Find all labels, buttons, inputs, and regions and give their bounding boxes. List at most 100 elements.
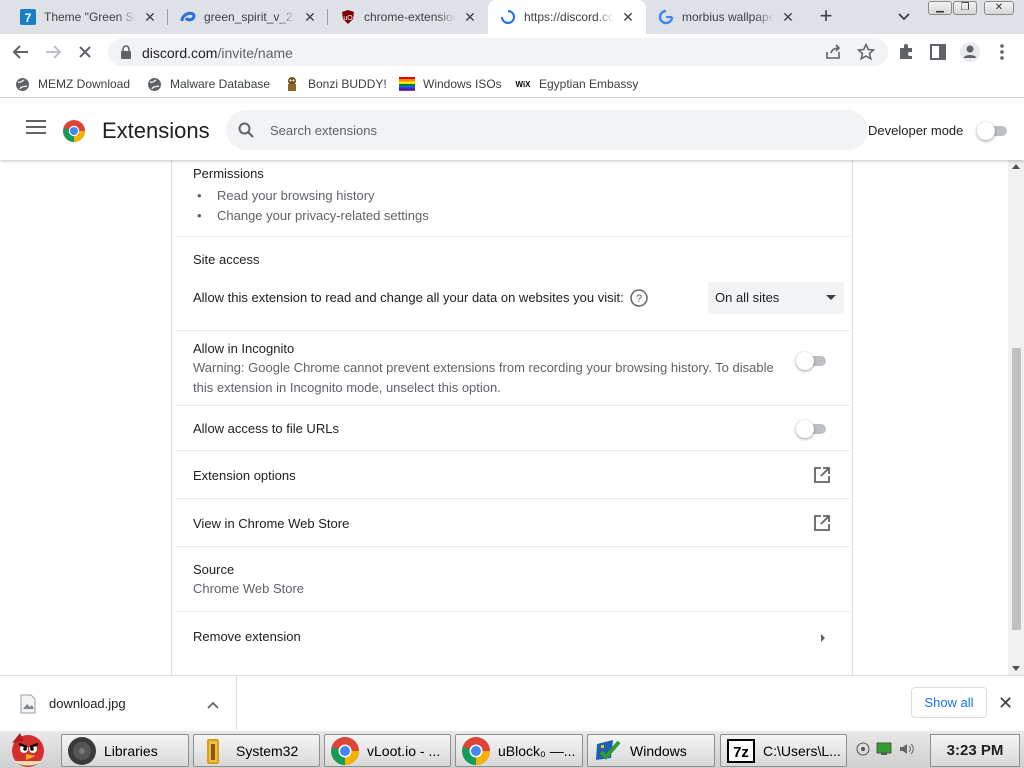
- web-store-label: View in Chrome Web Store: [193, 516, 350, 531]
- tab-theme-green-spirit[interactable]: 7 Theme "Green Sp ✕: [8, 0, 168, 34]
- taskbar-item-libraries[interactable]: Libraries: [61, 734, 189, 767]
- share-icon[interactable]: [825, 44, 843, 63]
- open-in-new-icon[interactable]: [813, 514, 831, 535]
- bookmark-windows-isos[interactable]: Windows ISOs: [399, 76, 502, 92]
- minimize-button[interactable]: ▁: [928, 1, 952, 15]
- taskbar-clock[interactable]: 3:23 PM: [930, 734, 1020, 767]
- tab-green-spirit-file[interactable]: green_spirit_v_2.m ✕: [168, 0, 328, 34]
- scroll-up-arrow-icon[interactable]: [1012, 164, 1020, 169]
- ublock-shield-icon: uO: [340, 9, 356, 25]
- page-scrollbar[interactable]: [1008, 160, 1024, 675]
- side-panel-icon: [930, 44, 946, 60]
- tray-volume-icon[interactable]: [898, 742, 916, 759]
- maximize-button[interactable]: ❐: [953, 1, 977, 15]
- close-icon[interactable]: ✕: [620, 9, 636, 25]
- incognito-warning: Warning: Google Chrome cannot prevent ex…: [193, 360, 774, 395]
- extensions-puzzle-button[interactable]: [894, 40, 918, 64]
- taskbar: Libraries System32 vLoot.io - ... uBlock…: [0, 730, 1024, 768]
- svg-text:7: 7: [25, 11, 32, 25]
- chrome-menu-button[interactable]: [990, 40, 1014, 64]
- scroll-down-arrow-icon[interactable]: [1012, 666, 1020, 671]
- browser-toolbar: discord.com/invite/name: [0, 34, 1024, 70]
- tray-network-icon[interactable]: [876, 742, 892, 759]
- back-arrow-icon: [12, 45, 28, 59]
- window-close-button[interactable]: ✕: [984, 1, 1014, 15]
- bookmark-label: MEMZ Download: [38, 77, 131, 91]
- address-bar[interactable]: discord.com/invite/name: [108, 38, 888, 66]
- close-shelf-icon[interactable]: ✕: [998, 694, 1013, 712]
- tab-chrome-extension[interactable]: uO chrome-extension ✕: [328, 0, 488, 34]
- search-extensions-box[interactable]: [226, 110, 868, 150]
- side-panel-button[interactable]: [926, 40, 950, 64]
- developer-mode-toggle[interactable]: [977, 122, 1009, 140]
- search-input[interactable]: [270, 120, 830, 140]
- scrollbar-thumb[interactable]: [1012, 348, 1021, 630]
- globe-icon: [14, 76, 30, 92]
- wix-icon: WiX: [515, 76, 531, 92]
- permission-item: Read your browsing history: [193, 186, 429, 206]
- new-tab-button[interactable]: +: [814, 5, 838, 28]
- tab-discord-invite[interactable]: https://discord.co ✕: [488, 0, 646, 34]
- tab-title: morbius wallpape: [682, 10, 774, 24]
- site-access-heading: Site access: [193, 252, 260, 267]
- incognito-heading: Allow in Incognito: [193, 341, 295, 356]
- back-button[interactable]: [9, 40, 33, 64]
- incognito-toggle[interactable]: [796, 352, 828, 370]
- bookmark-star-icon[interactable]: [856, 42, 876, 64]
- taskbar-item-ublock[interactable]: uBlock₀ —...: [455, 734, 583, 767]
- permissions-section: Permissions Read your browsing history C…: [176, 160, 850, 223]
- permission-item: Change your privacy-related settings: [193, 206, 429, 226]
- windows-flag-icon: [399, 76, 415, 92]
- page-title: Extensions: [102, 118, 210, 143]
- dropdown-caret-icon: [826, 295, 836, 300]
- site-access-select[interactable]: On all sites: [708, 282, 844, 314]
- tab-title: green_spirit_v_2.m: [204, 10, 296, 24]
- profile-button[interactable]: [958, 40, 982, 64]
- taskbar-item-vloot[interactable]: vLoot.io - ...: [324, 734, 451, 767]
- bookmark-egyptian-embassy[interactable]: WiX Egyptian Embassy: [515, 76, 638, 92]
- extensions-header: Extensions Developer mode: [0, 98, 1024, 160]
- bookmark-memz-download[interactable]: MEMZ Download: [14, 76, 130, 92]
- help-question-icon[interactable]: ?: [630, 289, 648, 310]
- close-icon[interactable]: ✕: [142, 9, 158, 25]
- tab-morbius-wallpaper[interactable]: morbius wallpape ✕: [646, 0, 806, 34]
- download-file-name: download.jpg: [49, 696, 126, 711]
- extension-options-row[interactable]: Extension options: [176, 450, 850, 498]
- permissions-heading: Permissions: [193, 166, 264, 181]
- edge-swirl-icon: [180, 9, 196, 25]
- forward-button[interactable]: [41, 40, 65, 64]
- taskbar-item-7zip[interactable]: 7z C:\Users\L...: [720, 734, 847, 767]
- close-icon[interactable]: ✕: [302, 9, 318, 25]
- start-button[interactable]: [2, 725, 50, 768]
- show-all-downloads-button[interactable]: Show all: [911, 687, 987, 718]
- tray-target-icon[interactable]: [856, 742, 870, 759]
- open-in-new-icon[interactable]: [813, 466, 831, 487]
- bookmark-bonzi-buddy[interactable]: Bonzi BUDDY!: [284, 76, 387, 92]
- bookmark-malware-database[interactable]: Malware Database: [146, 76, 270, 92]
- chevron-up-icon[interactable]: [206, 698, 220, 713]
- download-item[interactable]: download.jpg: [0, 676, 237, 731]
- url-text[interactable]: discord.com/invite/name: [142, 45, 293, 61]
- bookmark-label: Malware Database: [170, 77, 271, 91]
- stop-x-icon: [79, 46, 91, 58]
- close-icon[interactable]: ✕: [462, 9, 478, 25]
- source-heading: Source: [193, 562, 235, 577]
- stop-button[interactable]: [73, 40, 97, 64]
- sevenzip-icon: 7z: [725, 736, 757, 766]
- toggle-knob: [796, 420, 814, 438]
- tab-title: chrome-extension: [364, 10, 456, 24]
- taskbar-label: Windows: [630, 742, 687, 759]
- taskbar-item-windows[interactable]: Windows: [587, 734, 715, 767]
- source-value: Chrome Web Store: [193, 581, 305, 596]
- file-urls-toggle[interactable]: [796, 420, 828, 438]
- taskbar-item-system32[interactable]: System32: [193, 734, 320, 767]
- extension-details-card: Permissions Read your browsing history C…: [171, 160, 853, 675]
- main-menu-button[interactable]: [26, 120, 46, 136]
- extension-details-page: Permissions Read your browsing history C…: [0, 160, 1024, 675]
- remove-extension-row[interactable]: Remove extension: [176, 611, 850, 661]
- tab-search-button[interactable]: [893, 8, 915, 26]
- close-icon[interactable]: ✕: [780, 9, 796, 25]
- angry-bird-icon: [12, 733, 44, 767]
- web-store-row[interactable]: View in Chrome Web Store: [176, 498, 850, 546]
- bookmarks-bar: MEMZ Download Malware Database Bonzi BUD…: [0, 70, 1024, 98]
